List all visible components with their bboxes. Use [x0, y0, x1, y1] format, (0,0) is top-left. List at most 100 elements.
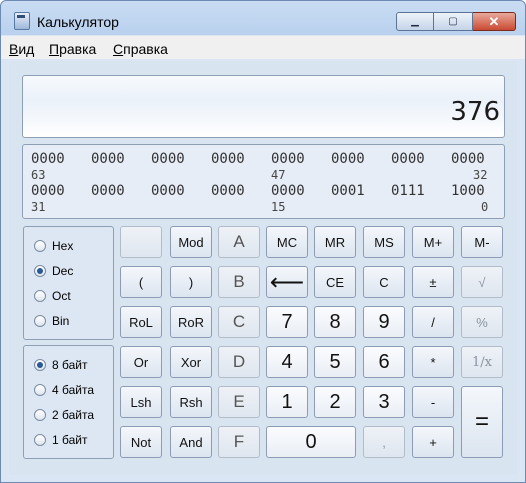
radio-4-bytes[interactable]: 4 байта — [34, 381, 94, 399]
radio-button-icon — [34, 359, 46, 371]
bit-display: 0000 0000 0000 0000 0000 0000 0000 0000 … — [22, 144, 505, 219]
bit-group[interactable]: 0001 — [331, 183, 365, 199]
radio-button-icon — [34, 290, 46, 302]
hex-d-button[interactable]: D — [218, 346, 260, 378]
percent-button[interactable]: % — [461, 306, 503, 338]
display-value: 376 — [450, 97, 500, 127]
bit-group[interactable]: 0000 — [271, 151, 305, 167]
bit-index-label: 31 — [31, 200, 46, 214]
bit-index-label: 47 — [271, 168, 286, 182]
menu-help[interactable]: Справка — [113, 41, 168, 57]
bit-group[interactable]: 0000 — [211, 151, 245, 167]
hex-a-button[interactable]: A — [218, 226, 260, 258]
rotate-left-button[interactable]: RoL — [120, 306, 162, 338]
radio-button-icon — [34, 409, 46, 421]
memory-subtract-button[interactable]: M- — [461, 226, 503, 258]
title-bar[interactable]: Калькулятор ▁ ▢ ✕ — [1, 1, 525, 35]
close-icon: ✕ — [488, 13, 500, 29]
clear-button[interactable]: C — [363, 266, 405, 298]
backspace-button[interactable]: ⟵ — [266, 266, 308, 298]
hex-c-button[interactable]: C — [218, 306, 260, 338]
radio-oct[interactable]: Oct — [34, 287, 71, 305]
bit-group[interactable]: 0000 — [271, 183, 305, 199]
calculator-app-icon — [14, 12, 30, 30]
reciprocal-button[interactable]: 1/x — [461, 346, 503, 378]
digit-4-button[interactable]: 4 — [266, 346, 308, 378]
maximize-icon: ▢ — [448, 16, 458, 27]
bit-index-label: 0 — [481, 200, 489, 214]
radio-bin[interactable]: Bin — [34, 312, 69, 330]
close-button[interactable]: ✕ — [473, 12, 516, 31]
window-title: Калькулятор — [37, 14, 119, 30]
radio-button-icon — [34, 240, 46, 252]
divide-button[interactable]: / — [412, 306, 454, 338]
minimize-button[interactable]: ▁ — [396, 12, 434, 31]
bit-group[interactable]: 0000 — [331, 151, 365, 167]
or-button[interactable]: Or — [120, 346, 162, 378]
memory-add-button[interactable]: M+ — [412, 226, 454, 258]
minimize-icon: ▁ — [411, 16, 419, 27]
clear-entry-button[interactable]: CE — [314, 266, 356, 298]
radio-button-icon — [34, 434, 46, 446]
digit-6-button[interactable]: 6 — [363, 346, 405, 378]
radio-hex[interactable]: Hex — [34, 237, 73, 255]
bit-index-label: 15 — [271, 200, 286, 214]
bit-group[interactable]: 0111 — [391, 183, 425, 199]
backspace-icon: ⟵ — [269, 268, 305, 296]
memory-recall-button[interactable]: MR — [314, 226, 356, 258]
blank-button[interactable] — [120, 226, 162, 258]
radio-button-icon — [34, 265, 46, 277]
radio-2-bytes[interactable]: 2 байта — [34, 406, 94, 424]
xor-button[interactable]: Xor — [170, 346, 212, 378]
not-button[interactable]: Not — [120, 426, 162, 458]
radio-1-byte[interactable]: 1 байт — [34, 431, 87, 449]
hex-b-button[interactable]: B — [218, 266, 260, 298]
bit-group[interactable]: 1000 — [451, 183, 485, 199]
left-shift-button[interactable]: Lsh — [120, 386, 162, 418]
radio-8-bytes[interactable]: 8 байт — [34, 356, 87, 374]
sqrt-button[interactable]: √ — [461, 266, 503, 298]
radio-dec[interactable]: Dec — [34, 262, 73, 280]
bit-group[interactable]: 0000 — [151, 183, 185, 199]
digit-0-button[interactable]: 0 — [266, 426, 356, 458]
bit-group[interactable]: 0000 — [31, 151, 65, 167]
bit-group[interactable]: 0000 — [451, 151, 485, 167]
bit-group[interactable]: 0000 — [91, 151, 125, 167]
negate-button[interactable]: ± — [412, 266, 454, 298]
hex-f-button[interactable]: F — [218, 426, 260, 458]
bit-index-label: 32 — [473, 168, 488, 182]
bit-group[interactable]: 0000 — [211, 183, 245, 199]
mod-button[interactable]: Mod — [170, 226, 212, 258]
maximize-button[interactable]: ▢ — [434, 12, 473, 31]
radio-button-icon — [34, 384, 46, 396]
and-button[interactable]: And — [170, 426, 212, 458]
bit-group[interactable]: 0000 — [91, 183, 125, 199]
hex-e-button[interactable]: E — [218, 386, 260, 418]
digit-3-button[interactable]: 3 — [363, 386, 405, 418]
radio-button-icon — [34, 315, 46, 327]
menu-edit[interactable]: Правка — [49, 41, 96, 57]
open-paren-button[interactable]: ( — [120, 266, 162, 298]
multiply-button[interactable]: * — [412, 346, 454, 378]
rotate-right-button[interactable]: RoR — [170, 306, 212, 338]
right-shift-button[interactable]: Rsh — [170, 386, 212, 418]
digit-2-button[interactable]: 2 — [314, 386, 356, 418]
bit-group[interactable]: 0000 — [151, 151, 185, 167]
bit-group[interactable]: 0000 — [391, 151, 425, 167]
equals-button[interactable]: = — [461, 386, 503, 458]
digit-1-button[interactable]: 1 — [266, 386, 308, 418]
add-button[interactable]: + — [412, 426, 454, 458]
memory-store-button[interactable]: MS — [363, 226, 405, 258]
digit-9-button[interactable]: 9 — [363, 306, 405, 338]
subtract-button[interactable]: - — [412, 386, 454, 418]
memory-clear-button[interactable]: MC — [266, 226, 308, 258]
bit-index-label: 63 — [31, 168, 46, 182]
decimal-button[interactable]: , — [363, 426, 405, 458]
digit-8-button[interactable]: 8 — [314, 306, 356, 338]
digit-5-button[interactable]: 5 — [314, 346, 356, 378]
menu-view[interactable]: Вид — [9, 41, 34, 57]
radix-panel: Hex Dec Oct Bin — [23, 226, 114, 340]
bit-group[interactable]: 0000 — [31, 183, 65, 199]
close-paren-button[interactable]: ) — [170, 266, 212, 298]
digit-7-button[interactable]: 7 — [266, 306, 308, 338]
